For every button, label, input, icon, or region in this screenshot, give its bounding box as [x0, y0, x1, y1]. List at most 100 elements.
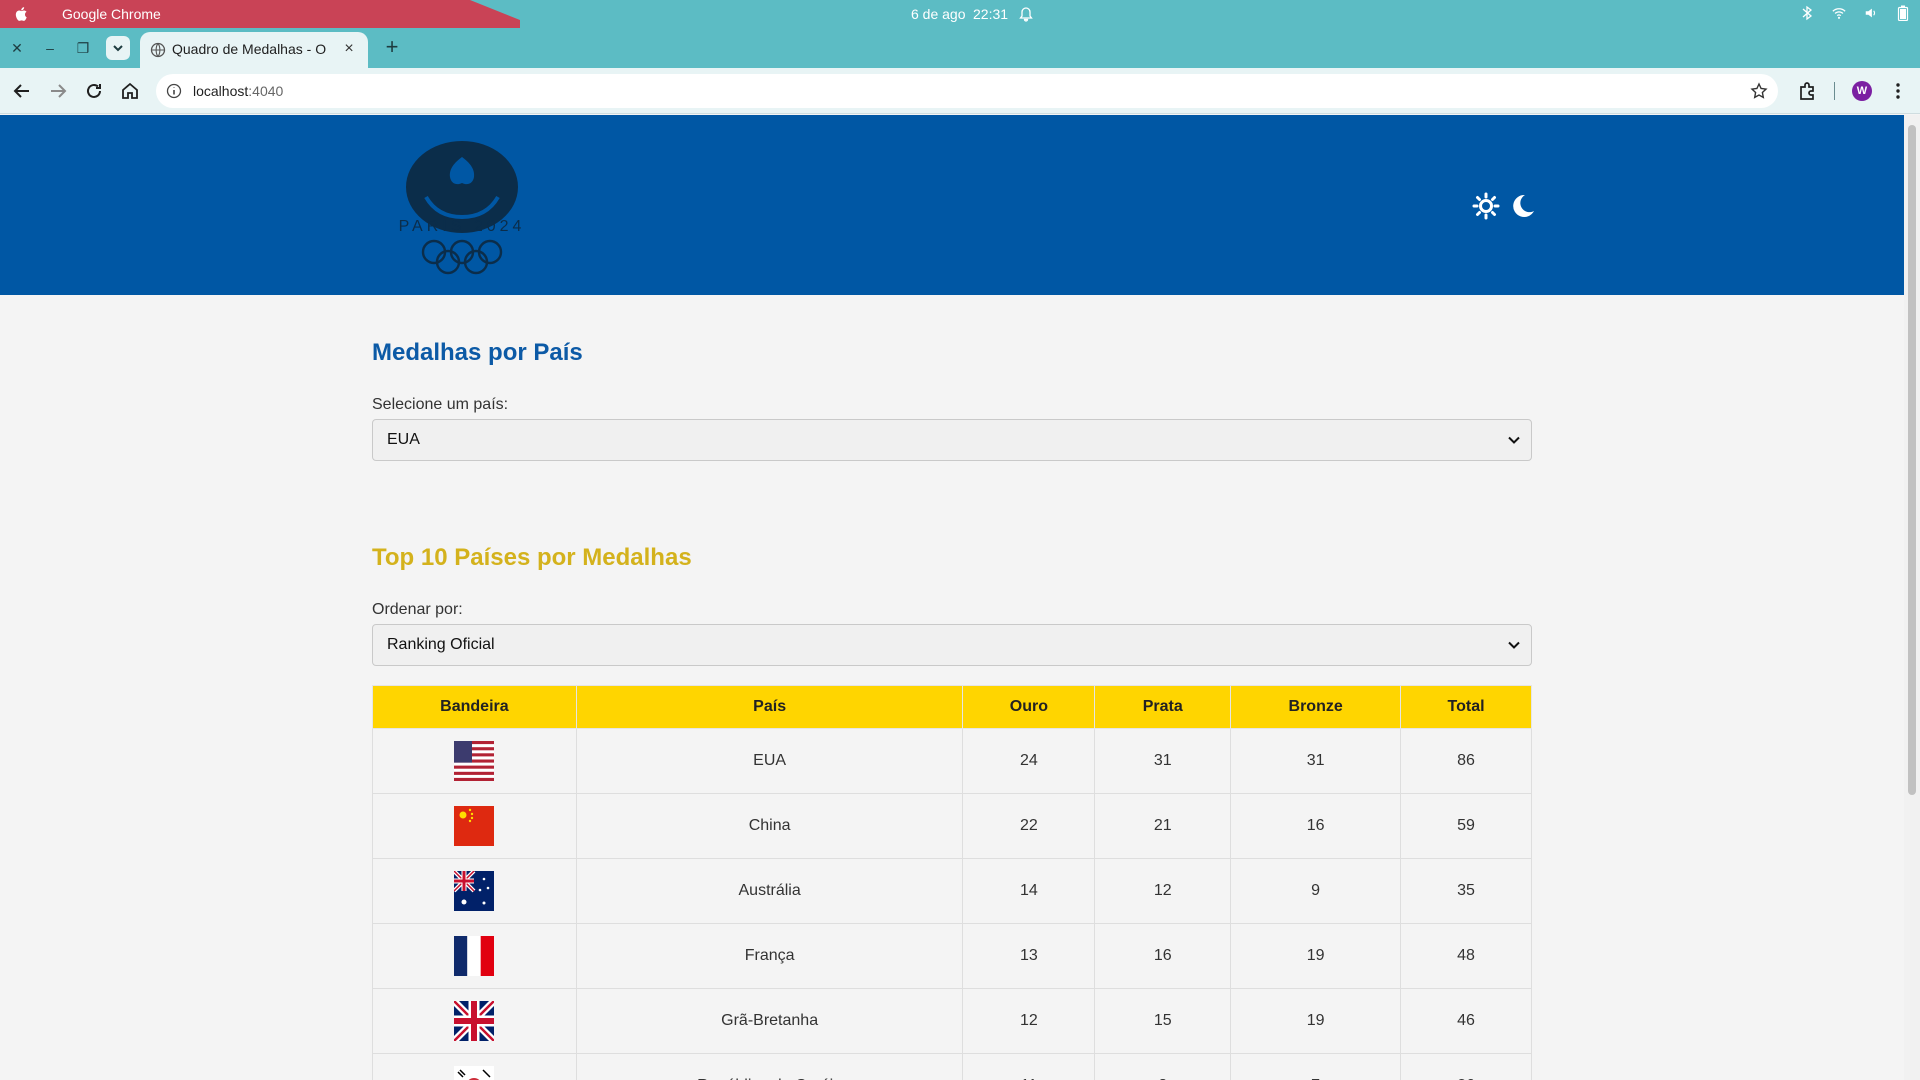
country-name: Grã-Bretanha — [575, 988, 964, 1054]
sort-select-value: Ranking Oficial — [387, 636, 495, 653]
url-text[interactable]: localhost:4040 — [193, 83, 283, 99]
total-count: 26 — [1400, 1053, 1532, 1080]
total-count: 86 — [1400, 728, 1532, 794]
sun-icon[interactable] — [1472, 192, 1500, 220]
silver-count: 16 — [1094, 923, 1232, 989]
china-flag-icon — [454, 806, 495, 846]
gold-count: 14 — [962, 858, 1096, 924]
tab-close-icon[interactable]: × — [340, 40, 358, 58]
australia-flag-icon — [454, 871, 495, 911]
bronze-count: 19 — [1230, 923, 1402, 989]
bronze-count: 16 — [1230, 793, 1402, 859]
profile-avatar[interactable]: W — [1852, 81, 1872, 101]
total-count: 35 — [1400, 858, 1532, 924]
col-header-gold: Ouro — [962, 685, 1096, 729]
url-host: localhost — [193, 83, 249, 99]
moon-icon[interactable] — [1508, 192, 1536, 220]
total-count: 59 — [1400, 793, 1532, 859]
table-row: EUA 24 31 31 86 — [372, 728, 1532, 794]
country-name: China — [575, 793, 964, 859]
country-name: Austrália — [575, 858, 964, 924]
table-row: Austrália 14 12 9 35 — [372, 858, 1532, 924]
col-header-silver: Prata — [1094, 685, 1232, 729]
bronze-count: 9 — [1230, 858, 1402, 924]
os-app-name[interactable]: Google Chrome — [62, 6, 161, 22]
silver-count: 31 — [1094, 728, 1232, 794]
col-header-country: País — [575, 685, 964, 729]
site-header: PARIS 2024 — [0, 115, 1904, 295]
flag-cell — [372, 988, 577, 1054]
silver-count: 15 — [1094, 988, 1232, 1054]
bluetooth-icon[interactable] — [1800, 5, 1814, 21]
sort-select[interactable]: Ranking Oficial — [372, 624, 1532, 666]
chevron-down-icon — [113, 45, 123, 52]
address-bar[interactable]: localhost:4040 — [156, 74, 1778, 108]
home-icon[interactable] — [119, 80, 141, 102]
flag-cell — [372, 858, 577, 924]
gold-count: 11 — [962, 1053, 1096, 1080]
usa-flag-icon — [454, 741, 495, 781]
top10-section-title: Top 10 Países por Medalhas — [372, 544, 692, 571]
page-scrollbar[interactable] — [1904, 115, 1920, 1080]
gold-count: 13 — [962, 923, 1096, 989]
total-count: 48 — [1400, 923, 1532, 989]
wifi-icon[interactable] — [1832, 5, 1846, 21]
gold-count: 12 — [962, 988, 1096, 1054]
url-port: :4040 — [248, 83, 284, 99]
silver-count: 12 — [1094, 858, 1232, 924]
apple-icon[interactable] — [14, 6, 30, 22]
flag-cell — [372, 1053, 577, 1080]
col-header-bronze: Bronze — [1230, 685, 1402, 729]
table-header-row: Bandeira País Ouro Prata Bronze Total — [372, 685, 1532, 729]
window-minimize-icon[interactable]: – — [40, 38, 60, 58]
chevron-down-icon — [1508, 436, 1520, 444]
total-count: 46 — [1400, 988, 1532, 1054]
country-select[interactable]: EUA — [372, 419, 1532, 461]
bookmark-star-icon[interactable] — [1750, 82, 1768, 100]
table-row: República da Coréia 11 8 7 26 — [372, 1053, 1532, 1080]
battery-icon[interactable] — [1896, 5, 1910, 21]
tab-strip: ✕ – ❐ Quadro de Medalhas - O × + — [0, 28, 1920, 68]
chevron-down-icon — [1508, 641, 1520, 649]
web-page: PARIS 2024 Medalhas por País Selecione u… — [0, 115, 1904, 1080]
extensions-icon[interactable] — [1797, 80, 1819, 102]
toolbar-divider — [1834, 82, 1835, 100]
table-row: Grã-Bretanha 12 15 19 46 — [372, 988, 1532, 1054]
paris-2024-logo[interactable]: PARIS 2024 — [372, 135, 552, 280]
bronze-count: 7 — [1230, 1053, 1402, 1080]
globe-icon — [150, 42, 166, 58]
flag-cell — [372, 728, 577, 794]
more-menu-icon[interactable] — [1887, 80, 1909, 102]
site-info-icon[interactable] — [166, 83, 182, 99]
logo-text: PARIS 2024 — [399, 218, 526, 235]
os-date[interactable]: 6 de ago — [911, 6, 966, 22]
bronze-count: 31 — [1230, 728, 1402, 794]
os-menu-bar: Google Chrome 6 de ago 22:31 — [0, 0, 1920, 28]
col-header-total: Total — [1400, 685, 1532, 729]
os-time[interactable]: 22:31 — [973, 6, 1008, 22]
tab-search-button[interactable] — [106, 36, 130, 60]
window-restore-icon[interactable]: ❐ — [73, 38, 93, 58]
scrollbar-thumb[interactable] — [1908, 125, 1916, 795]
flag-cell — [372, 923, 577, 989]
bronze-count: 19 — [1230, 988, 1402, 1054]
tab-title: Quadro de Medalhas - O — [172, 41, 327, 57]
new-tab-button[interactable]: + — [380, 36, 404, 60]
gold-count: 24 — [962, 728, 1096, 794]
country-name: França — [575, 923, 964, 989]
back-arrow-icon[interactable] — [11, 80, 33, 102]
korea-flag-icon — [454, 1066, 495, 1080]
medals-table: Bandeira País Ouro Prata Bronze Total EU… — [372, 685, 1532, 1080]
alarm-icon[interactable] — [1019, 6, 1033, 22]
browser-toolbar: localhost:4040 W — [0, 68, 1920, 114]
table-row: França 13 16 19 48 — [372, 923, 1532, 989]
forward-arrow-icon[interactable] — [47, 80, 69, 102]
france-flag-icon — [454, 936, 495, 976]
window-close-icon[interactable]: ✕ — [7, 38, 27, 58]
country-select-value: EUA — [387, 431, 420, 448]
flag-cell — [372, 793, 577, 859]
reload-icon[interactable] — [83, 80, 105, 102]
volume-icon[interactable] — [1864, 5, 1878, 21]
country-section-title: Medalhas por País — [372, 339, 583, 366]
active-tab[interactable]: Quadro de Medalhas - O × — [140, 32, 368, 68]
